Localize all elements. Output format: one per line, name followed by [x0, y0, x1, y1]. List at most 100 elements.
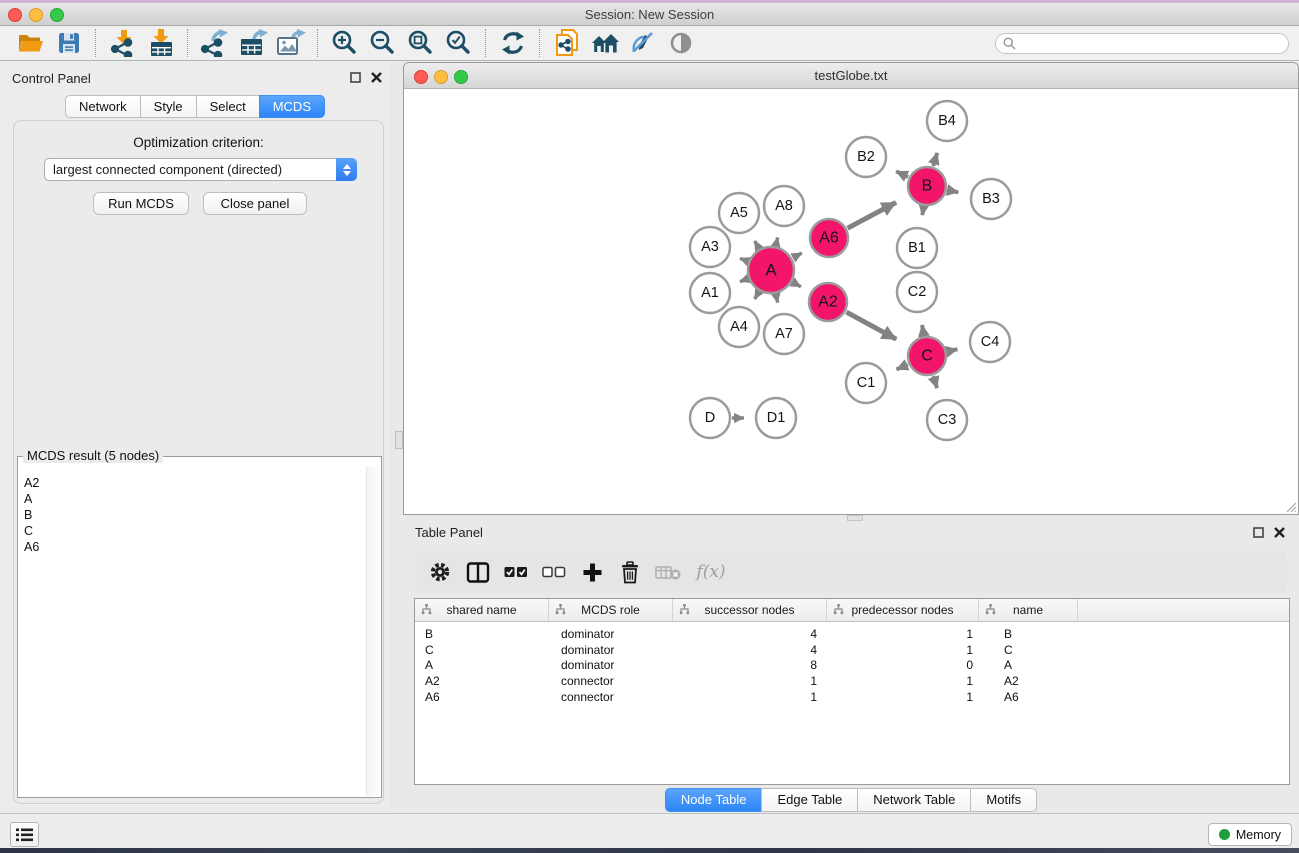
graph-node[interactable]: A1 [690, 273, 730, 313]
table-cell[interactable]: B [979, 627, 1078, 641]
tab-network-table[interactable]: Network Table [857, 788, 971, 812]
search-input[interactable] [1020, 34, 1288, 53]
graph-edge[interactable] [846, 312, 896, 339]
graph-edge[interactable] [922, 207, 923, 215]
run-mcds-button[interactable]: Run MCDS [93, 192, 189, 215]
table-cell[interactable]: 4 [673, 627, 827, 641]
list-item[interactable]: C [24, 523, 365, 539]
table-cell[interactable]: 0 [827, 658, 979, 672]
tab-mcds[interactable]: MCDS [259, 95, 325, 118]
tab-motifs[interactable]: Motifs [970, 788, 1037, 812]
graph-edge[interactable] [848, 202, 897, 228]
graph-edge[interactable] [776, 294, 778, 302]
graph-node[interactable]: C4 [970, 322, 1010, 362]
import-network-button[interactable] [104, 28, 142, 58]
table-cell[interactable]: A6 [979, 690, 1078, 704]
graph-edge[interactable] [933, 376, 937, 388]
graph-edge[interactable] [755, 292, 759, 299]
delete-table-button[interactable] [649, 556, 687, 588]
table-cell[interactable]: 4 [673, 643, 827, 657]
table-settings-button[interactable] [421, 556, 459, 588]
import-table-button[interactable] [142, 28, 180, 58]
table-cell[interactable]: 1 [827, 690, 979, 704]
table-cell[interactable]: B [415, 627, 549, 641]
unselect-all-button[interactable] [535, 556, 573, 588]
table-row[interactable]: A6connector11A6 [415, 689, 1289, 705]
float-panel-icon[interactable] [350, 72, 361, 83]
column-header[interactable]: name [979, 599, 1078, 621]
graph-node[interactable]: B1 [897, 228, 937, 268]
search-field[interactable] [995, 33, 1289, 54]
resize-grip-icon[interactable] [1283, 499, 1297, 513]
tab-edge-table[interactable]: Edge Table [761, 788, 858, 812]
graph-edge[interactable] [947, 349, 957, 351]
network-close-button[interactable] [414, 70, 428, 84]
graph-edge[interactable] [740, 279, 748, 282]
column-header[interactable]: predecessor nodes [827, 599, 979, 621]
table-cell[interactable]: 1 [673, 690, 827, 704]
home-button[interactable] [586, 28, 624, 58]
table-cell[interactable]: 1 [673, 674, 827, 688]
graph-edge[interactable] [897, 364, 908, 369]
network-zoom-button[interactable] [454, 70, 468, 84]
close-window-button[interactable] [8, 8, 22, 22]
graph-node[interactable]: C [908, 337, 946, 375]
table-cell[interactable]: A [415, 658, 549, 672]
list-item[interactable]: A2 [24, 475, 365, 491]
graph-node[interactable]: C3 [927, 400, 967, 440]
save-session-button[interactable] [50, 28, 88, 58]
tab-network[interactable]: Network [65, 95, 141, 118]
table-cell[interactable]: 1 [827, 627, 979, 641]
zoom-in-button[interactable] [326, 28, 364, 58]
graph-node[interactable]: A5 [719, 193, 759, 233]
table-row[interactable]: Adominator80A [415, 657, 1289, 673]
table-cell[interactable]: A2 [979, 674, 1078, 688]
graph-edge[interactable] [740, 258, 748, 261]
table-cell[interactable]: A2 [415, 674, 549, 688]
graph-node[interactable]: A6 [810, 219, 848, 257]
table-cell[interactable]: 8 [673, 658, 827, 672]
table-cell[interactable]: 1 [827, 674, 979, 688]
zoom-fit-button[interactable] [402, 28, 440, 58]
graph-node[interactable]: A8 [764, 186, 804, 226]
duplicate-network-button[interactable] [548, 28, 586, 58]
vertical-splitter-handle[interactable] [395, 431, 403, 449]
minimize-window-button[interactable] [29, 8, 43, 22]
zoom-window-button[interactable] [50, 8, 64, 22]
column-header[interactable]: MCDS role [549, 599, 673, 621]
create-column-button[interactable] [573, 556, 611, 588]
export-image-button[interactable] [272, 28, 310, 58]
table-cell[interactable]: dominator [549, 627, 673, 641]
table-row[interactable]: Cdominator41C [415, 642, 1289, 658]
graph-edge[interactable] [948, 190, 959, 192]
list-item[interactable]: A6 [24, 539, 365, 555]
export-network-button[interactable] [196, 28, 234, 58]
graph-edge[interactable] [896, 171, 908, 177]
show-column-button[interactable] [459, 556, 497, 588]
graph-node[interactable]: C2 [897, 272, 937, 312]
close-panel-icon[interactable] [1274, 527, 1285, 538]
table-cell[interactable]: dominator [549, 658, 673, 672]
graph-node[interactable]: A4 [719, 307, 759, 347]
graph-node[interactable]: B4 [927, 101, 967, 141]
graph-node[interactable]: A3 [690, 227, 730, 267]
table-cell[interactable]: A6 [415, 690, 549, 704]
graph-node[interactable]: D [690, 398, 730, 438]
show-details-button[interactable] [662, 28, 700, 58]
open-session-button[interactable] [12, 28, 50, 58]
column-header[interactable]: shared name [415, 599, 549, 621]
delete-column-button[interactable] [611, 556, 649, 588]
select-all-button[interactable] [497, 556, 535, 588]
table-cell[interactable]: C [415, 643, 549, 657]
network-minimize-button[interactable] [434, 70, 448, 84]
criterion-select[interactable]: largest connected component (directed) [44, 158, 357, 181]
tab-select[interactable]: Select [196, 95, 260, 118]
close-panel-button[interactable]: Close panel [203, 192, 307, 215]
task-history-button[interactable] [10, 822, 39, 847]
graph-node[interactable]: B2 [846, 137, 886, 177]
graph-edge[interactable] [933, 153, 937, 166]
function-builder-button[interactable]: f(x) [687, 556, 735, 588]
column-header[interactable]: successor nodes [673, 599, 827, 621]
tab-style[interactable]: Style [140, 95, 197, 118]
graph-node[interactable]: B3 [971, 179, 1011, 219]
